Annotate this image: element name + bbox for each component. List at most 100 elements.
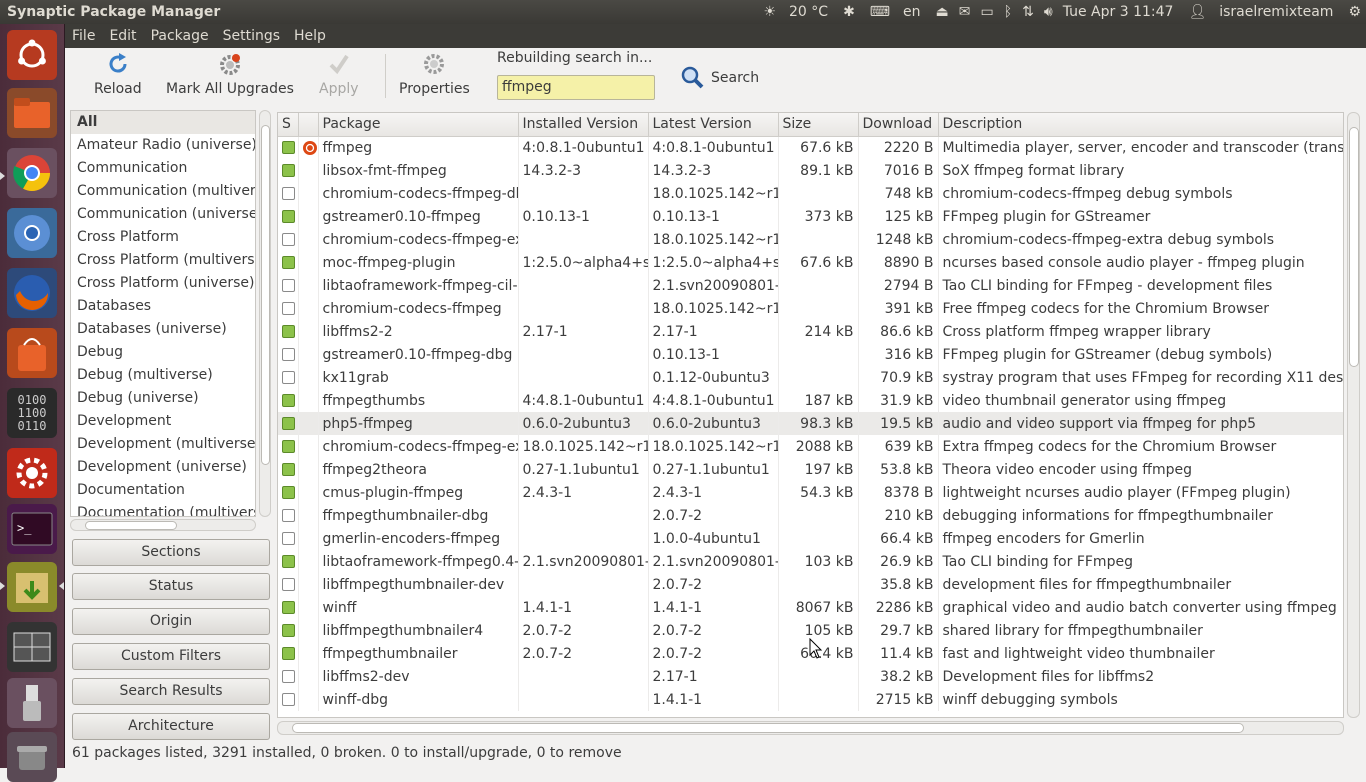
- package-row[interactable]: gmerlin-encoders-ffmpeg 1.0.0-4ubuntu1 66.…: [278, 527, 1343, 550]
- section-item[interactable]: Databases: [71, 295, 255, 318]
- section-item[interactable]: Documentation (multiverse): [71, 502, 255, 516]
- status-checkbox[interactable]: [282, 164, 295, 177]
- chromium-icon[interactable]: [7, 208, 57, 258]
- status-checkbox[interactable]: [282, 348, 295, 361]
- section-item[interactable]: Cross Platform (multiverse): [71, 249, 255, 272]
- section-item[interactable]: Communication (multiverse): [71, 180, 255, 203]
- section-list-hscrollbar[interactable]: [70, 519, 256, 531]
- section-item[interactable]: Cross Platform (universe): [71, 272, 255, 295]
- status-checkbox[interactable]: [282, 141, 295, 155]
- reload-button[interactable]: Reload: [94, 52, 142, 97]
- col-size[interactable]: Size: [778, 113, 859, 137]
- properties-button[interactable]: Properties: [399, 52, 470, 97]
- battery-icon[interactable]: ▭: [975, 4, 998, 20]
- status-checkbox[interactable]: [282, 693, 295, 706]
- col-installed-version[interactable]: Installed Version: [518, 113, 649, 137]
- synaptic-icon[interactable]: [7, 562, 57, 612]
- user-menu[interactable]: 👤︎ israelremixteam: [1178, 4, 1343, 20]
- package-row[interactable]: chromium-codecs-ffmpeg-extra-dbg 18.0.102…: [278, 228, 1343, 251]
- gear-icon[interactable]: ⚙: [1343, 4, 1366, 20]
- menu-edit[interactable]: Edit: [102, 28, 143, 44]
- package-row[interactable]: ffmpeg2theora 0.27-1.1ubuntu1 0.27-1.1ubun…: [278, 458, 1343, 481]
- origin-filter-button[interactable]: Origin: [72, 608, 270, 635]
- package-row[interactable]: libffmpegthumbnailer-dev 2.0.7-2 35.8 kB de…: [278, 573, 1343, 596]
- section-item[interactable]: Debug: [71, 341, 255, 364]
- section-item[interactable]: Communication: [71, 157, 255, 180]
- ubuntu-home-icon[interactable]: [7, 30, 57, 80]
- chrome-icon[interactable]: [7, 148, 57, 198]
- section-list-vscrollbar[interactable]: [259, 110, 271, 517]
- status-checkbox[interactable]: [282, 578, 295, 591]
- status-checkbox[interactable]: [282, 417, 295, 430]
- status-checkbox[interactable]: [282, 601, 295, 614]
- package-row[interactable]: kx11grab 0.1.12-0ubuntu3 70.9 kB systray pr…: [278, 366, 1343, 389]
- scroll-thumb[interactable]: [1349, 127, 1359, 367]
- col-download[interactable]: Download: [858, 113, 939, 137]
- software-center-icon[interactable]: [7, 328, 57, 378]
- status-checkbox[interactable]: [282, 394, 295, 407]
- status-checkbox[interactable]: [282, 233, 295, 246]
- package-row[interactable]: php5-ffmpeg 0.6.0-2ubuntu3 0.6.0-2ubuntu3 9…: [278, 412, 1343, 435]
- col-package[interactable]: Package: [318, 113, 519, 137]
- clock[interactable]: Tue Apr 3 11:47: [1058, 4, 1179, 20]
- status-checkbox[interactable]: [282, 279, 295, 292]
- package-row[interactable]: winff 1.4.1-1 1.4.1-1 8067 kB 2286 kB graphic…: [278, 596, 1343, 619]
- package-table-vscrollbar[interactable]: [1347, 112, 1360, 718]
- status-checkbox[interactable]: [282, 210, 295, 223]
- package-row[interactable]: gstreamer0.10-ffmpeg 0.10.13-1 0.10.13-1 37…: [278, 205, 1343, 228]
- status-checkbox[interactable]: [282, 463, 295, 476]
- quick-filter-input[interactable]: ffmpeg: [497, 75, 655, 100]
- package-table-hscrollbar[interactable]: [277, 721, 1344, 735]
- package-row[interactable]: chromium-codecs-ffmpeg 18.0.1025.142~r129…: [278, 297, 1343, 320]
- status-checkbox[interactable]: [282, 670, 295, 683]
- custom-filters-button[interactable]: Custom Filters: [72, 643, 270, 670]
- section-item[interactable]: Debug (universe): [71, 387, 255, 410]
- workspace-switcher-icon[interactable]: [7, 622, 57, 672]
- bluetooth-menu-icon[interactable]: ᛒ: [999, 4, 1017, 20]
- apply-button[interactable]: Apply: [319, 52, 359, 97]
- package-row[interactable]: winff-dbg 1.4.1-1 2715 kB winff debugging s…: [278, 688, 1343, 711]
- package-row[interactable]: ffmpegthumbs 4:4.8.1-0ubuntu1 4:4.8.1-0ubu…: [278, 389, 1343, 412]
- menu-settings[interactable]: Settings: [216, 28, 287, 44]
- status-checkbox[interactable]: [282, 647, 295, 660]
- status-checkbox[interactable]: [282, 371, 295, 384]
- col-description[interactable]: Description: [938, 113, 1343, 137]
- search-results-button[interactable]: Search Results: [72, 678, 270, 705]
- col-latest-version[interactable]: Latest Version: [648, 113, 779, 137]
- trash-icon[interactable]: [7, 732, 57, 782]
- system-settings-icon[interactable]: [7, 448, 57, 498]
- col-status[interactable]: S: [278, 113, 299, 137]
- menu-help[interactable]: Help: [287, 28, 333, 44]
- bluetooth-icon[interactable]: ✱: [838, 4, 860, 20]
- section-item[interactable]: Development: [71, 410, 255, 433]
- package-row[interactable]: chromium-codecs-ffmpeg-extra18.0.1025.14…: [278, 435, 1343, 458]
- section-item[interactable]: All: [71, 111, 255, 134]
- package-row[interactable]: cmus-plugin-ffmpeg 2.4.3-1 2.4.3-1 54.3 kB 8…: [278, 481, 1343, 504]
- package-row[interactable]: libtaoframework-ffmpeg-cil-dev 2.1.svn200…: [278, 274, 1343, 297]
- col-support[interactable]: [298, 113, 319, 137]
- scroll-thumb[interactable]: [261, 125, 270, 465]
- keyboard-indicator[interactable]: ⌨ en: [860, 4, 931, 20]
- package-row[interactable]: moc-ffmpeg-plugin1:2.5.0~alpha4+svn1:2.5…: [278, 251, 1343, 274]
- status-checkbox[interactable]: [282, 187, 295, 200]
- scroll-thumb[interactable]: [85, 521, 177, 530]
- volume-icon[interactable]: 🔊︎: [1039, 4, 1058, 20]
- usb-drive-icon[interactable]: [7, 678, 57, 728]
- network-icon[interactable]: ⇅: [1017, 4, 1039, 20]
- section-item[interactable]: Development (universe): [71, 456, 255, 479]
- search-button[interactable]: Search: [681, 66, 759, 90]
- package-row[interactable]: libffms2-dev 2.17-1 38.2 kB Development fil…: [278, 665, 1343, 688]
- status-checkbox[interactable]: [282, 302, 295, 315]
- section-item[interactable]: Development (multiverse): [71, 433, 255, 456]
- firefox-icon[interactable]: [7, 268, 57, 318]
- section-list[interactable]: All Amateur Radio (universe) Communication…: [70, 110, 256, 517]
- status-checkbox[interactable]: [282, 325, 295, 338]
- section-item[interactable]: Databases (universe): [71, 318, 255, 341]
- binary-app-icon[interactable]: 0100 1100 0110: [7, 388, 57, 438]
- eject-icon[interactable]: ⏏: [931, 4, 954, 20]
- status-checkbox[interactable]: [282, 624, 295, 637]
- menu-file[interactable]: File: [65, 28, 102, 44]
- mail-icon[interactable]: ✉: [954, 4, 976, 20]
- menu-package[interactable]: Package: [144, 28, 216, 44]
- package-row[interactable]: libtaoframework-ffmpeg0.4-cil 2.1.svn2009…: [278, 550, 1343, 573]
